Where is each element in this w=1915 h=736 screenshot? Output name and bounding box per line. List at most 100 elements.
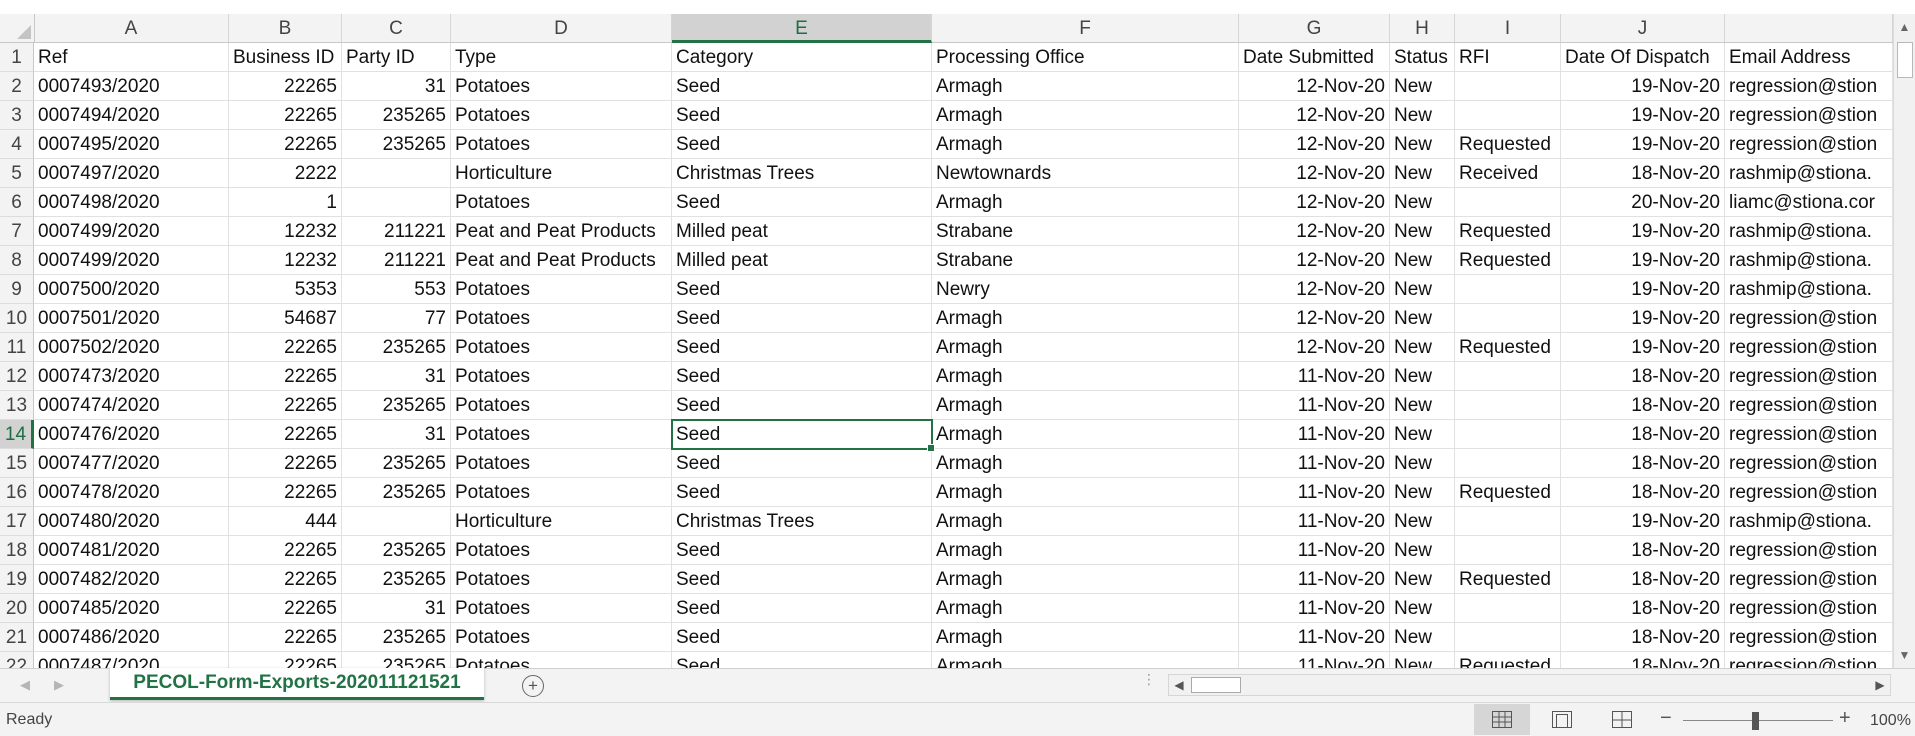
- table-cell[interactable]: Potatoes: [451, 565, 672, 594]
- table-cell[interactable]: 211221: [342, 217, 451, 246]
- table-cell[interactable]: rashmip@stiona.: [1725, 246, 1893, 275]
- table-cell[interactable]: 18-Nov-20: [1561, 536, 1725, 565]
- table-cell[interactable]: New: [1390, 275, 1455, 304]
- table-cell[interactable]: New: [1390, 72, 1455, 101]
- table-cell[interactable]: New: [1390, 478, 1455, 507]
- table-cell[interactable]: Seed: [672, 652, 932, 668]
- row-header[interactable]: 8: [0, 246, 34, 275]
- table-cell[interactable]: Seed: [672, 623, 932, 652]
- row-header[interactable]: 5: [0, 159, 34, 188]
- table-cell[interactable]: Seed: [672, 594, 932, 623]
- table-cell[interactable]: Potatoes: [451, 420, 672, 449]
- table-cell[interactable]: Potatoes: [451, 101, 672, 130]
- table-cell[interactable]: 11-Nov-20: [1239, 449, 1390, 478]
- table-cell[interactable]: 0007494/2020: [34, 101, 229, 130]
- table-cell[interactable]: 0007474/2020: [34, 391, 229, 420]
- normal-view-button[interactable]: [1474, 704, 1530, 735]
- table-cell[interactable]: regression@stion: [1725, 623, 1893, 652]
- table-cell[interactable]: [1455, 101, 1561, 130]
- table-cell[interactable]: 235265: [342, 333, 451, 362]
- add-sheet-icon[interactable]: +: [522, 675, 544, 697]
- table-cell[interactable]: 18-Nov-20: [1561, 594, 1725, 623]
- table-cell[interactable]: 22265: [229, 623, 342, 652]
- table-cell[interactable]: New: [1390, 362, 1455, 391]
- table-cell[interactable]: regression@stion: [1725, 391, 1893, 420]
- table-cell[interactable]: Potatoes: [451, 362, 672, 391]
- table-cell[interactable]: 235265: [342, 536, 451, 565]
- table-cell[interactable]: [342, 507, 451, 536]
- table-cell[interactable]: 22265: [229, 565, 342, 594]
- table-cell[interactable]: 12232: [229, 246, 342, 275]
- table-cell[interactable]: Potatoes: [451, 623, 672, 652]
- table-cell[interactable]: 0007480/2020: [34, 507, 229, 536]
- horizontal-scroll-thumb[interactable]: [1191, 677, 1241, 693]
- table-cell[interactable]: 18-Nov-20: [1561, 391, 1725, 420]
- table-cell[interactable]: Newtownards: [932, 159, 1239, 188]
- table-cell[interactable]: 12232: [229, 217, 342, 246]
- table-cell[interactable]: Armagh: [932, 130, 1239, 159]
- table-cell[interactable]: regression@stion: [1725, 536, 1893, 565]
- table-cell[interactable]: [1455, 188, 1561, 217]
- table-cell[interactable]: Armagh: [932, 420, 1239, 449]
- table-cell[interactable]: regression@stion: [1725, 362, 1893, 391]
- table-cell[interactable]: regression@stion: [1725, 420, 1893, 449]
- table-cell[interactable]: 77: [342, 304, 451, 333]
- row-header[interactable]: 16: [0, 478, 34, 507]
- table-cell[interactable]: Seed: [672, 130, 932, 159]
- table-cell[interactable]: New: [1390, 565, 1455, 594]
- row-header[interactable]: 12: [0, 362, 34, 391]
- table-cell[interactable]: rashmip@stiona.: [1725, 217, 1893, 246]
- table-cell[interactable]: 0007500/2020: [34, 275, 229, 304]
- next-sheet-icon[interactable]: ▶: [54, 674, 64, 696]
- row-header[interactable]: 22: [0, 652, 34, 668]
- column-title-cell[interactable]: RFI: [1455, 43, 1561, 72]
- column-title-cell[interactable]: Category: [672, 43, 932, 72]
- table-cell[interactable]: 12-Nov-20: [1239, 101, 1390, 130]
- table-cell[interactable]: Seed: [672, 362, 932, 391]
- row-header[interactable]: 21: [0, 623, 34, 652]
- table-cell[interactable]: Horticulture: [451, 159, 672, 188]
- row-header[interactable]: 19: [0, 565, 34, 594]
- table-cell[interactable]: 0007486/2020: [34, 623, 229, 652]
- row-header[interactable]: 11: [0, 333, 34, 362]
- table-cell[interactable]: 0007499/2020: [34, 246, 229, 275]
- horizontal-scrollbar[interactable]: ◀ ▶: [1168, 674, 1891, 696]
- table-cell[interactable]: 12-Nov-20: [1239, 159, 1390, 188]
- scroll-down-icon[interactable]: ▼: [1894, 644, 1915, 666]
- table-cell[interactable]: 11-Nov-20: [1239, 623, 1390, 652]
- column-title-cell[interactable]: Business ID: [229, 43, 342, 72]
- table-cell[interactable]: New: [1390, 391, 1455, 420]
- table-cell[interactable]: 12-Nov-20: [1239, 130, 1390, 159]
- table-cell[interactable]: Potatoes: [451, 304, 672, 333]
- table-cell[interactable]: New: [1390, 507, 1455, 536]
- table-cell[interactable]: Potatoes: [451, 130, 672, 159]
- table-cell[interactable]: regression@stion: [1725, 72, 1893, 101]
- table-cell[interactable]: 19-Nov-20: [1561, 217, 1725, 246]
- row-header[interactable]: 18: [0, 536, 34, 565]
- table-cell[interactable]: 12-Nov-20: [1239, 304, 1390, 333]
- table-cell[interactable]: Armagh: [932, 72, 1239, 101]
- table-cell[interactable]: Seed: [672, 391, 932, 420]
- table-cell[interactable]: Potatoes: [451, 333, 672, 362]
- table-cell[interactable]: 235265: [342, 565, 451, 594]
- table-cell[interactable]: New: [1390, 159, 1455, 188]
- row-header[interactable]: 10: [0, 304, 34, 333]
- table-cell[interactable]: Armagh: [932, 536, 1239, 565]
- table-cell[interactable]: regression@stion: [1725, 101, 1893, 130]
- table-cell[interactable]: Armagh: [932, 188, 1239, 217]
- table-cell[interactable]: Potatoes: [451, 188, 672, 217]
- table-cell[interactable]: Seed: [672, 101, 932, 130]
- table-cell[interactable]: Peat and Peat Products: [451, 246, 672, 275]
- table-cell[interactable]: rashmip@stiona.: [1725, 275, 1893, 304]
- table-cell[interactable]: 0007499/2020: [34, 217, 229, 246]
- table-cell[interactable]: 11-Nov-20: [1239, 391, 1390, 420]
- row-header[interactable]: 4: [0, 130, 34, 159]
- table-cell[interactable]: Potatoes: [451, 275, 672, 304]
- table-cell[interactable]: Seed: [672, 188, 932, 217]
- table-cell[interactable]: New: [1390, 130, 1455, 159]
- table-cell[interactable]: 31: [342, 594, 451, 623]
- row-header[interactable]: 2: [0, 72, 34, 101]
- table-cell[interactable]: Armagh: [932, 594, 1239, 623]
- table-cell[interactable]: 31: [342, 362, 451, 391]
- table-cell[interactable]: 19-Nov-20: [1561, 101, 1725, 130]
